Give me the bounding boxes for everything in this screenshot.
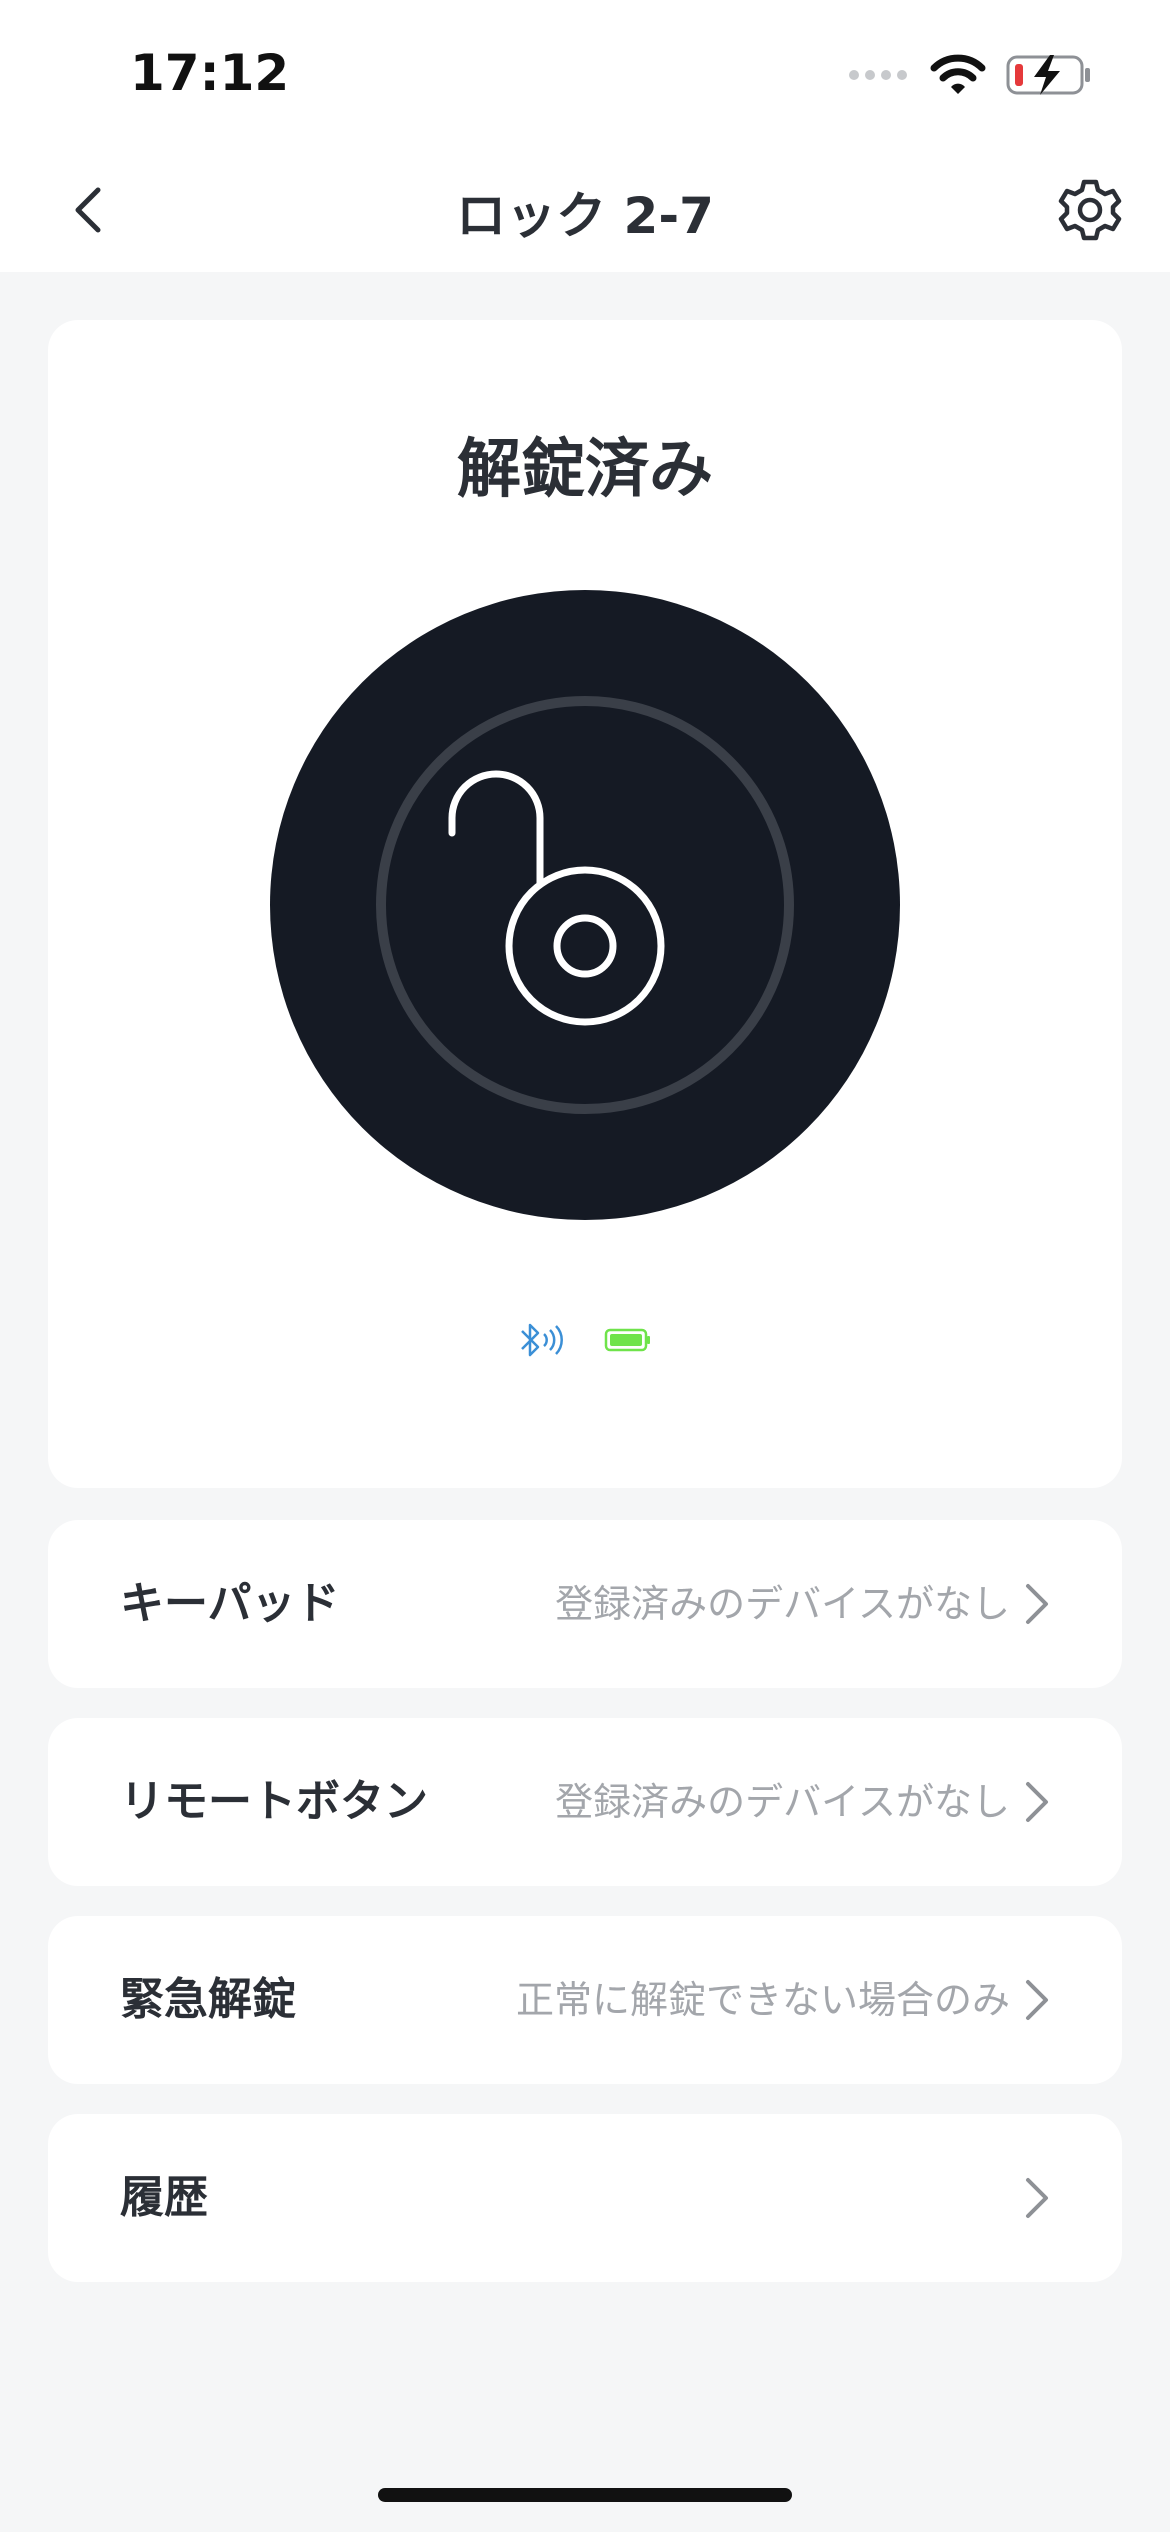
menu-label: 緊急解錠: [120, 1974, 296, 2025]
lock-status-text: 解錠済み: [457, 433, 713, 507]
menu-label: 履歴: [120, 2172, 208, 2223]
menu-row-keypad[interactable]: キーパッド 登録済みのデバイスがなし: [48, 1520, 1122, 1688]
menu-row-remote-button[interactable]: リモートボタン 登録済みのデバイスがなし: [48, 1718, 1122, 1886]
menu-row-history[interactable]: 履歴: [48, 2114, 1122, 2282]
menu-label: キーパッド: [120, 1578, 340, 1629]
chevron-right-icon: [1026, 1782, 1048, 1822]
chevron-right-icon: [1026, 1980, 1048, 2020]
cellular-signal-icon: [849, 70, 907, 80]
nav-bar: ロック 2-7: [0, 150, 1170, 272]
menu-value: 登録済みのデバイスがなし: [555, 1582, 1010, 1626]
status-time: 17:12: [130, 44, 290, 102]
device-battery-icon: [604, 1328, 650, 1352]
menu-row-emergency-unlock[interactable]: 緊急解錠 正常に解錠できない場合のみ: [48, 1916, 1122, 2084]
chevron-right-icon: [1026, 2178, 1048, 2218]
gear-icon[interactable]: [1054, 174, 1126, 246]
home-indicator: [378, 2488, 792, 2502]
menu-value: 登録済みのデバイスがなし: [555, 1780, 1010, 1824]
status-icons: [848, 50, 1092, 100]
battery-charging-icon: [1006, 55, 1090, 95]
lock-toggle-button[interactable]: [270, 590, 900, 1220]
menu-value: 正常に解錠できない場合のみ: [515, 1978, 1010, 2022]
menu-label: リモートボタン: [120, 1776, 428, 1827]
wifi-icon: [930, 54, 986, 94]
bluetooth-icon: [521, 1323, 563, 1357]
lock-card: 解錠済み: [48, 320, 1122, 1488]
page-title: ロック 2-7: [456, 187, 714, 245]
status-bar: 17:12: [0, 0, 1170, 150]
chevron-right-icon: [1026, 1584, 1048, 1624]
device-indicators: [48, 1320, 1122, 1360]
